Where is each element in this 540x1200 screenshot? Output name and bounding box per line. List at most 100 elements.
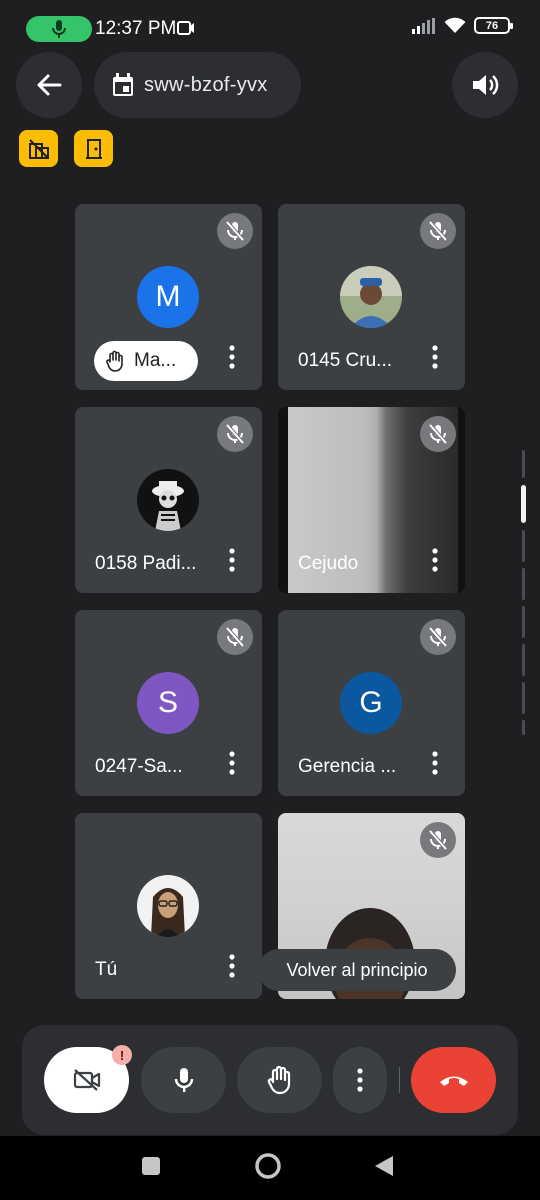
back-arrow-icon bbox=[37, 74, 62, 96]
more-vert-icon bbox=[357, 1068, 363, 1092]
home-button[interactable] bbox=[254, 1152, 282, 1180]
avatar: S bbox=[137, 672, 199, 734]
back-nav-button[interactable] bbox=[373, 1154, 395, 1178]
mic-off-icon bbox=[225, 220, 245, 242]
calendar-icon bbox=[113, 73, 133, 96]
scrollbar-segment bbox=[522, 720, 525, 735]
more-options-button[interactable] bbox=[423, 748, 447, 778]
more-vert-icon bbox=[229, 548, 235, 572]
avatar bbox=[340, 266, 402, 328]
muted-indicator bbox=[217, 619, 253, 655]
mic-off-icon bbox=[225, 626, 245, 648]
scrollbar-segment bbox=[522, 450, 525, 478]
participant-video-tile[interactable]: Cejudo bbox=[278, 407, 465, 593]
participant-tile[interactable]: S 0247-Sa... bbox=[75, 610, 262, 796]
end-call-button[interactable] bbox=[411, 1047, 496, 1113]
more-vert-icon bbox=[432, 751, 438, 775]
divider bbox=[399, 1067, 400, 1093]
signal-icon bbox=[412, 17, 435, 34]
more-vert-icon bbox=[432, 548, 438, 572]
mic-recording-indicator[interactable] bbox=[26, 16, 92, 42]
scrollbar-segment bbox=[522, 644, 525, 676]
recents-icon bbox=[142, 1157, 160, 1175]
avatar-letter: S bbox=[157, 686, 178, 719]
microphone-icon bbox=[174, 1068, 193, 1092]
mic-recording-icon bbox=[52, 20, 66, 38]
home-icon bbox=[255, 1153, 281, 1179]
breakout-rooms-button[interactable] bbox=[74, 130, 113, 167]
back-triangle-icon bbox=[375, 1156, 393, 1176]
muted-indicator bbox=[420, 822, 456, 858]
more-options-button[interactable] bbox=[333, 1047, 387, 1113]
mic-off-icon bbox=[225, 423, 245, 445]
scrollbar-segment bbox=[522, 530, 525, 562]
more-vert-icon bbox=[432, 345, 438, 369]
end-call-icon bbox=[439, 1076, 468, 1086]
scrollbar-thumb[interactable] bbox=[521, 485, 526, 523]
mic-off-icon bbox=[428, 220, 448, 242]
scrollbar[interactable] bbox=[521, 450, 526, 735]
participant-name: Ma... bbox=[134, 350, 177, 371]
more-vert-icon bbox=[229, 751, 235, 775]
host-controls-button[interactable] bbox=[19, 130, 58, 167]
participant-tile[interactable]: 0145 Cru... bbox=[278, 204, 465, 390]
avatar bbox=[137, 469, 199, 531]
mic-off-icon bbox=[428, 423, 448, 445]
muted-indicator bbox=[217, 416, 253, 452]
avatar bbox=[137, 875, 199, 937]
call-controls-bar: ! bbox=[22, 1025, 518, 1135]
wifi-icon bbox=[444, 17, 466, 33]
profile-photo bbox=[340, 266, 402, 328]
self-tile[interactable]: Tú bbox=[75, 813, 262, 999]
battery-icon: 76 bbox=[474, 17, 513, 34]
camera-off-icon bbox=[73, 1069, 100, 1091]
participant-tile[interactable]: 0158 Padi... bbox=[75, 407, 262, 593]
scrollbar-segment bbox=[522, 682, 525, 714]
muted-indicator bbox=[217, 213, 253, 249]
muted-indicator bbox=[420, 619, 456, 655]
mic-off-icon bbox=[428, 626, 448, 648]
scroll-to-top-label: Volver al principio bbox=[286, 959, 428, 980]
more-options-button[interactable] bbox=[220, 342, 244, 372]
more-vert-icon bbox=[229, 954, 235, 978]
participant-name: Gerencia ... bbox=[298, 756, 397, 777]
avatar-letter: G bbox=[359, 686, 383, 719]
participant-name: Cejudo bbox=[298, 553, 359, 574]
participant-name: Tú bbox=[95, 959, 118, 980]
more-options-button[interactable] bbox=[220, 748, 244, 778]
participant-tile[interactable]: G Gerencia ... bbox=[278, 610, 465, 796]
more-options-button[interactable] bbox=[220, 951, 244, 981]
scroll-to-top-button[interactable]: Volver al principio bbox=[258, 949, 456, 991]
recents-button[interactable] bbox=[141, 1156, 161, 1176]
more-options-button[interactable] bbox=[423, 342, 447, 372]
more-options-button[interactable] bbox=[423, 545, 447, 575]
mic-off-icon bbox=[428, 829, 448, 851]
muted-indicator bbox=[420, 416, 456, 452]
avatar: M bbox=[137, 266, 199, 328]
speaker-button[interactable] bbox=[452, 52, 518, 118]
raised-hand-badge[interactable]: Ma... bbox=[94, 341, 198, 381]
camera-alert-badge: ! bbox=[112, 1045, 132, 1065]
profile-photo bbox=[137, 469, 199, 531]
hand-icon bbox=[267, 1065, 290, 1095]
scrollbar-segment bbox=[522, 568, 525, 600]
more-options-button[interactable] bbox=[220, 545, 244, 575]
raise-hand-button[interactable] bbox=[237, 1047, 322, 1113]
back-button[interactable] bbox=[16, 52, 82, 118]
participant-name: 0247-Sa... bbox=[95, 756, 183, 777]
microphone-button[interactable] bbox=[141, 1047, 226, 1113]
battery-level: 76 bbox=[485, 19, 499, 32]
muted-indicator bbox=[420, 213, 456, 249]
meeting-code: sww-bzof-yvx bbox=[144, 73, 268, 96]
participant-name: 0145 Cru... bbox=[298, 350, 392, 371]
participant-name: 0158 Padi... bbox=[95, 553, 197, 574]
status-bar: 12:37 PM 76 bbox=[0, 0, 540, 58]
screen-record-icon bbox=[177, 21, 194, 35]
status-time: 12:37 PM bbox=[95, 18, 177, 39]
meeting-info-button[interactable]: sww-bzof-yvx bbox=[94, 52, 301, 118]
participant-tile[interactable]: M Ma... bbox=[75, 204, 262, 390]
system-nav-bar bbox=[0, 1136, 540, 1200]
breakout-door-icon bbox=[85, 138, 102, 159]
hand-icon bbox=[106, 350, 123, 372]
avatar-letter: M bbox=[155, 280, 181, 313]
